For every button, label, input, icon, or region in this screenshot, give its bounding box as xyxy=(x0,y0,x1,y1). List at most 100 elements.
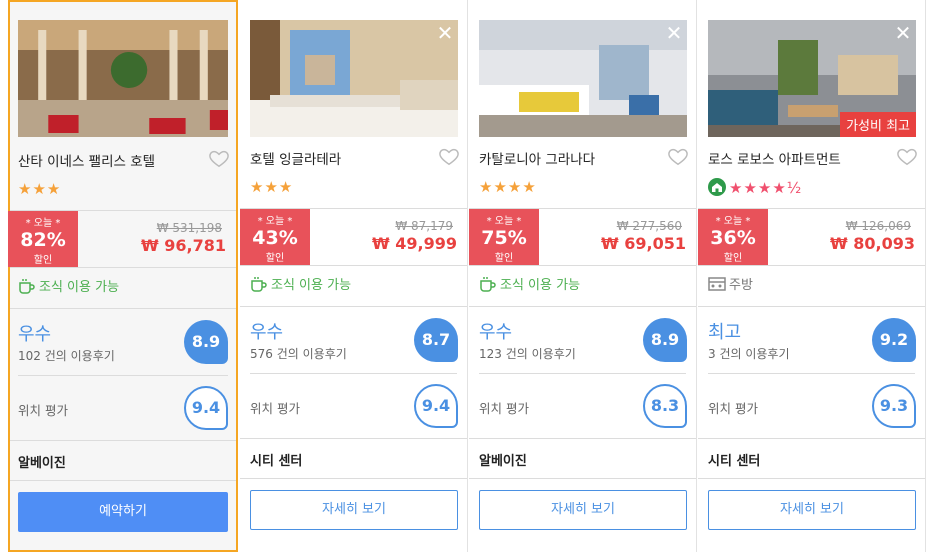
location-score-badge: 9.4 xyxy=(184,386,228,430)
discount-badge: * 오늘 * 75% 할인 xyxy=(469,209,539,265)
discount-today: * 오늘 * xyxy=(486,216,522,227)
discount-percent: 36% xyxy=(710,227,756,249)
divider xyxy=(240,478,467,479)
coffee-cup-icon xyxy=(18,279,39,295)
original-price: ₩ 531,198 xyxy=(156,221,222,235)
heart-icon[interactable] xyxy=(896,145,918,167)
hotel-card[interactable]: ✕ 가성비 최고로스 로보스 아파트먼트 ★★★★½ * 오늘 * 36% 할인 ₩… xyxy=(698,0,926,552)
hotel-card[interactable]: ✕ 호텔 잉글라테라 ★★★ * 오늘 * 43% 할인 ₩ 87,179 ₩ 49,… xyxy=(240,0,468,552)
discount-today: * 오늘 * xyxy=(25,218,61,229)
divider xyxy=(698,306,925,307)
district-name: 시티 센터 xyxy=(250,454,303,469)
discount-today: * 오늘 * xyxy=(257,216,293,227)
hotel-card[interactable]: 산타 이네스 팰리스 호텔 ★★★ * 오늘 * 82% 할인 ₩ 531,198… xyxy=(8,0,238,552)
discount-badge: * 오늘 * 82% 할인 xyxy=(8,211,78,267)
value-badge: 가성비 최고 xyxy=(840,112,916,137)
hotel-name[interactable]: 카탈로니아 그라나다 xyxy=(479,148,595,168)
coffee-cup-icon xyxy=(479,277,500,293)
discount-label: 할인 xyxy=(33,255,53,266)
rating-word: 우수 xyxy=(479,322,513,343)
discount-label: 할인 xyxy=(723,253,743,264)
close-icon[interactable]: ✕ xyxy=(434,22,456,44)
sale-price[interactable]: ₩ 96,781 xyxy=(141,236,226,255)
book-button[interactable]: 예약하기 xyxy=(18,492,228,532)
divider xyxy=(240,306,467,307)
hotel-card[interactable]: ✕ 카탈로니아 그라나다 ★★★★ * 오늘 * 75% 할인 ₩ 277,560 ₩… xyxy=(469,0,697,552)
location-score-badge: 9.4 xyxy=(414,384,458,428)
discount-badge: * 오늘 * 43% 할인 xyxy=(240,209,310,265)
amenity-label: 조식 이용 가능 xyxy=(500,278,581,293)
divider xyxy=(698,478,925,479)
star-rating: ★★★★½ xyxy=(708,178,802,197)
hotel-photo[interactable]: ✕ 가성비 최고 xyxy=(708,20,916,137)
heart-icon[interactable] xyxy=(667,145,689,167)
discount-percent: 43% xyxy=(252,227,298,249)
divider xyxy=(708,373,915,374)
divider xyxy=(469,478,696,479)
view-details-button[interactable]: 자세히 보기 xyxy=(708,490,916,530)
location-score-badge: 9.3 xyxy=(872,384,916,428)
overall-score-badge: 9.2 xyxy=(872,318,916,362)
overall-score-badge: 8.7 xyxy=(414,318,458,362)
discount-today: * 오늘 * xyxy=(715,216,751,227)
kitchen-icon xyxy=(708,277,729,293)
district-name: 알베이진 xyxy=(18,456,66,471)
discount-label: 할인 xyxy=(494,253,514,264)
amenity: 조식 이용 가능 xyxy=(18,276,119,295)
review-count[interactable]: 102 건의 이용후기 xyxy=(18,347,115,364)
review-count[interactable]: 3 건의 이용후기 xyxy=(708,345,790,362)
divider xyxy=(479,373,686,374)
amenity: 조식 이용 가능 xyxy=(479,274,580,293)
heart-icon[interactable] xyxy=(438,145,460,167)
rating-word: 우수 xyxy=(18,324,52,345)
stars-text: ★★★ xyxy=(18,180,62,198)
amenity-label: 주방 xyxy=(729,278,753,293)
location-score-badge: 8.3 xyxy=(643,384,687,428)
sale-price[interactable]: ₩ 80,093 xyxy=(830,234,915,253)
amenity: 조식 이용 가능 xyxy=(250,274,351,293)
hotel-comparison-list: 산타 이네스 팰리스 호텔 ★★★ * 오늘 * 82% 할인 ₩ 531,198… xyxy=(0,0,935,552)
sale-price[interactable]: ₩ 69,051 xyxy=(601,234,686,253)
hotel-photo[interactable]: ✕ xyxy=(479,20,687,137)
close-icon[interactable]: ✕ xyxy=(663,22,685,44)
stars-text: ★★★★½ xyxy=(729,179,803,197)
hotel-name[interactable]: 로스 로보스 아파트먼트 xyxy=(708,148,841,168)
hotel-name[interactable]: 산타 이네스 팰리스 호텔 xyxy=(18,150,155,170)
original-price: ₩ 87,179 xyxy=(395,219,453,233)
divider xyxy=(10,267,236,268)
discount-label: 할인 xyxy=(265,253,285,264)
divider xyxy=(469,306,696,307)
star-rating: ★★★ xyxy=(250,178,293,196)
hotel-photo[interactable] xyxy=(18,20,228,137)
overall-score-badge: 8.9 xyxy=(643,318,687,362)
rating-word: 최고 xyxy=(708,322,742,343)
district-name: 시티 센터 xyxy=(708,454,761,469)
location-rating-label: 위치 평가 xyxy=(708,401,758,416)
close-icon[interactable]: ✕ xyxy=(892,22,914,44)
coffee-cup-icon xyxy=(250,277,271,293)
divider xyxy=(10,480,236,481)
amenity: 주방 xyxy=(708,274,753,293)
location-rating-label: 위치 평가 xyxy=(250,401,300,416)
view-details-button[interactable]: 자세히 보기 xyxy=(250,490,458,530)
amenity-label: 조식 이용 가능 xyxy=(271,278,352,293)
location-rating-label: 위치 평가 xyxy=(18,403,68,418)
review-count[interactable]: 576 건의 이용후기 xyxy=(250,345,347,362)
stars-text: ★★★★ xyxy=(479,178,537,196)
star-rating: ★★★★ xyxy=(479,178,537,196)
hotel-photo[interactable]: ✕ xyxy=(250,20,458,137)
discount-percent: 75% xyxy=(481,227,527,249)
home-icon xyxy=(708,178,726,196)
location-rating-label: 위치 평가 xyxy=(479,401,529,416)
view-details-button[interactable]: 자세히 보기 xyxy=(479,490,687,530)
heart-icon[interactable] xyxy=(208,147,230,169)
divider xyxy=(698,438,925,439)
star-rating: ★★★ xyxy=(18,180,61,198)
divider xyxy=(469,265,696,266)
review-count[interactable]: 123 건의 이용후기 xyxy=(479,345,576,362)
divider xyxy=(240,265,467,266)
divider xyxy=(18,375,228,376)
sale-price[interactable]: ₩ 49,999 xyxy=(372,234,457,253)
hotel-name[interactable]: 호텔 잉글라테라 xyxy=(250,148,341,168)
district-name: 알베이진 xyxy=(479,454,527,469)
